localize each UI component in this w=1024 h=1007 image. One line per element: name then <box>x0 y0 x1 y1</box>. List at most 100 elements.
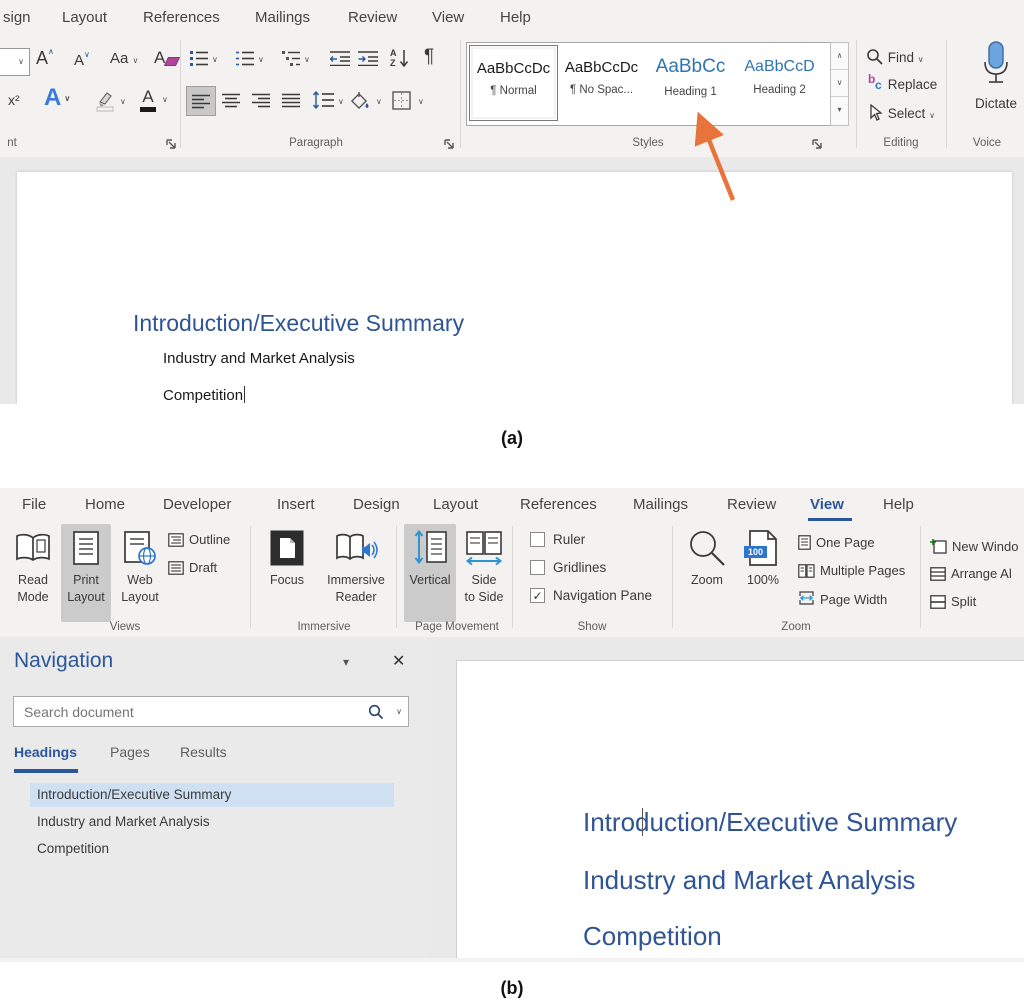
tab-help[interactable]: Help <box>500 0 531 36</box>
highlight-color-button[interactable]: ∨ <box>94 90 116 112</box>
nav-tab-results[interactable]: Results <box>180 744 227 760</box>
page-movement-group-label: Page Movement <box>398 621 516 633</box>
styles-scroll-down-icon[interactable]: ∨ <box>831 70 848 97</box>
select-button[interactable]: Select ∨ <box>866 104 935 122</box>
shading-button[interactable] <box>350 91 372 111</box>
focus-button[interactable]: Focus <box>260 524 314 622</box>
borders-button[interactable] <box>392 91 411 110</box>
paragraph-dialog-launcher-icon[interactable] <box>444 139 455 150</box>
one-page-button[interactable]: One Page <box>798 535 875 550</box>
tab-layout[interactable]: Layout <box>62 0 107 36</box>
gridlines-checkbox[interactable]: Gridlines <box>530 560 606 575</box>
vertical-button[interactable]: Vertical <box>404 524 456 622</box>
styles-dialog-launcher-icon[interactable] <box>812 139 823 150</box>
grow-font-button[interactable]: A∧ <box>36 48 54 69</box>
chevron-down-icon[interactable]: ∨ <box>258 56 264 64</box>
chevron-down-icon[interactable]: ∨ <box>418 98 424 106</box>
navigation-close-icon[interactable]: ✕ <box>392 651 405 671</box>
shrink-font-button[interactable]: A∨ <box>74 51 90 69</box>
style-normal[interactable]: AaBbCcDc ¶ Normal <box>469 45 558 121</box>
clear-formatting-button[interactable]: A <box>154 48 165 68</box>
styles-more-icon[interactable]: ▾ <box>831 97 848 123</box>
bullets-button[interactable] <box>190 50 208 66</box>
tab-design-partial[interactable]: sign <box>3 0 31 36</box>
font-color-button[interactable]: A <box>140 88 156 112</box>
tab-references[interactable]: References <box>520 488 597 522</box>
tab-design[interactable]: Design <box>353 488 400 522</box>
search-options-icon[interactable]: ∨ <box>396 708 402 716</box>
multiple-pages-button[interactable]: Multiple Pages <box>798 563 905 578</box>
new-window-icon <box>930 538 947 554</box>
font-size-dropdown[interactable]: ∨ <box>0 48 30 76</box>
tab-layout[interactable]: Layout <box>433 488 478 522</box>
tab-references[interactable]: References <box>143 0 220 36</box>
style-heading2[interactable]: AaBbCcD Heading 2 <box>736 45 823 119</box>
text-effects-button[interactable]: A∨ <box>44 84 70 112</box>
numbering-button[interactable] <box>236 50 254 66</box>
search-input[interactable] <box>22 700 356 724</box>
nav-heading-item[interactable]: Industry and Market Analysis <box>30 810 394 834</box>
ruler-checkbox[interactable]: Ruler <box>530 532 585 547</box>
tab-home[interactable]: Home <box>85 488 125 522</box>
align-right-button[interactable] <box>252 93 270 108</box>
tab-help[interactable]: Help <box>883 488 914 522</box>
search-icon[interactable] <box>368 704 384 720</box>
tab-mailings[interactable]: Mailings <box>633 488 688 522</box>
styles-scroll-up-icon[interactable]: ∧ <box>831 43 848 70</box>
immersive-reader-button[interactable]: ImmersiveReader <box>318 524 394 622</box>
tab-review[interactable]: Review <box>348 0 397 36</box>
web-layout-button[interactable]: WebLayout <box>114 524 166 622</box>
line-spacing-button[interactable] <box>312 91 334 109</box>
justify-button[interactable] <box>282 93 300 108</box>
tab-file[interactable]: File <box>22 488 46 522</box>
side-to-side-button[interactable]: Sideto Side <box>458 524 510 622</box>
nav-heading-item[interactable]: Introduction/Executive Summary <box>30 783 394 807</box>
nav-tab-headings[interactable]: Headings <box>14 744 77 760</box>
navigation-pane-checkbox[interactable]: ✓ Navigation Pane <box>530 588 652 603</box>
style-heading1[interactable]: AaBbCc Heading 1 <box>647 45 734 119</box>
change-case-button[interactable]: Aa ∨ <box>110 50 138 67</box>
show-paragraph-marks-button[interactable]: ¶ <box>424 46 434 68</box>
tab-mailings[interactable]: Mailings <box>255 0 310 36</box>
arrange-all-button[interactable]: Arrange Al <box>930 566 1012 581</box>
checkbox-checked-icon: ✓ <box>530 588 545 603</box>
decrease-indent-button[interactable] <box>330 50 350 66</box>
chevron-down-icon[interactable]: ∨ <box>376 98 382 106</box>
chevron-down-icon[interactable]: ∨ <box>304 56 310 64</box>
outline-button[interactable]: Outline <box>168 532 230 547</box>
navigation-pane: Navigation ▾ ✕ ∨ Headings Pages Results … <box>0 637 429 958</box>
find-button[interactable]: Find ∨ <box>866 48 924 66</box>
tab-view[interactable]: View <box>810 488 844 522</box>
nav-tab-pages[interactable]: Pages <box>110 744 150 760</box>
read-mode-button[interactable]: ReadMode <box>8 524 58 622</box>
new-window-button[interactable]: New Windo <box>930 538 1018 554</box>
editing-group-label: Editing <box>856 137 946 149</box>
nav-heading-item[interactable]: Competition <box>30 837 394 861</box>
align-center-button[interactable] <box>222 93 240 108</box>
replace-button[interactable]: b c Replace <box>866 76 937 92</box>
document-page-a[interactable]: Introduction/Executive Summary Industry … <box>17 172 1012 404</box>
document-page-b[interactable]: Introduction/Executive Summary Industry … <box>456 660 1024 958</box>
style-no-spacing[interactable]: AaBbCcDc ¶ No Spac... <box>558 45 645 119</box>
zoom-100-button[interactable]: 100 100% <box>736 524 790 622</box>
tab-developer[interactable]: Developer <box>163 488 231 522</box>
tab-insert[interactable]: Insert <box>277 488 315 522</box>
multilevel-list-button[interactable] <box>282 50 300 66</box>
draft-button[interactable]: Draft <box>168 560 217 575</box>
chevron-down-icon[interactable]: ∨ <box>212 56 218 64</box>
align-left-button[interactable] <box>186 86 216 116</box>
navigation-dropdown-icon[interactable]: ▾ <box>343 655 349 669</box>
zoom-button[interactable]: Zoom <box>680 524 734 622</box>
split-button[interactable]: Split <box>930 594 976 609</box>
tab-view[interactable]: View <box>432 0 464 36</box>
chevron-down-icon: ∨ <box>162 96 168 104</box>
dictate-button[interactable]: Dictate <box>972 40 1020 111</box>
superscript-button[interactable]: x² <box>8 92 20 108</box>
print-layout-button[interactable]: PrintLayout <box>61 524 111 622</box>
page-width-button[interactable]: Page Width <box>798 591 887 607</box>
tab-review[interactable]: Review <box>727 488 776 522</box>
replace-icon: b c <box>866 76 884 92</box>
font-dialog-launcher-icon[interactable] <box>166 139 177 150</box>
chevron-down-icon[interactable]: ∨ <box>338 98 344 106</box>
increase-indent-button[interactable] <box>358 50 378 66</box>
